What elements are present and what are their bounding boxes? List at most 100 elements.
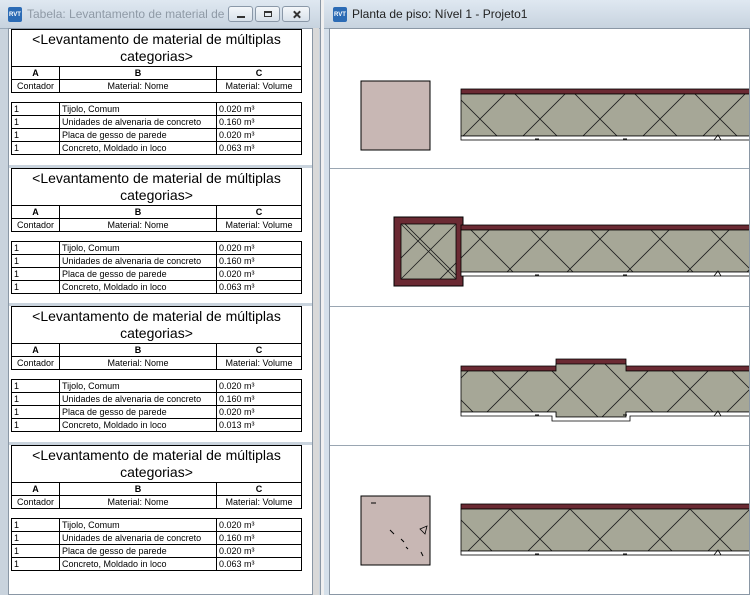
column-header[interactable]: Material: Volume	[215, 79, 303, 93]
column-header[interactable]: Contador	[11, 356, 60, 370]
table-cell[interactable]: 1	[11, 115, 60, 129]
schedule-header[interactable]: <Levantamento de material de múltiplas c…	[10, 29, 303, 67]
close-button[interactable]	[282, 6, 310, 22]
table-row[interactable]: 1 Unidades de alvenaria de concreto 0.160 …	[11, 254, 303, 268]
table-cell[interactable]: 0.020 m³	[215, 267, 303, 281]
concrete-column[interactable]	[360, 80, 431, 151]
column-letter[interactable]: B	[59, 66, 217, 80]
table-row[interactable]: 1 Concreto, Moldado in loco 0.063 m³	[11, 557, 303, 571]
table-cell[interactable]: 1	[11, 418, 60, 432]
plan-row-3[interactable]	[460, 358, 750, 422]
table-cell[interactable]: Unidades de alvenaria de concreto	[59, 115, 217, 129]
table-cell[interactable]: 0.020 m³	[215, 405, 303, 419]
column-letter[interactable]: A	[11, 343, 60, 357]
table-cell[interactable]: 0.020 m³	[215, 518, 303, 532]
column-header[interactable]: Contador	[11, 79, 60, 93]
table-cell[interactable]: 1	[11, 267, 60, 281]
table-cell[interactable]: 1	[11, 128, 60, 142]
table-cell[interactable]: 1	[11, 544, 60, 558]
schedule-table[interactable]: <Levantamento de material de múltiplas c…	[10, 168, 311, 304]
table-cell[interactable]: Placa de gesso de parede	[59, 544, 217, 558]
column-header[interactable]: Material: Volume	[215, 495, 303, 509]
table-cell[interactable]: 1	[11, 405, 60, 419]
table-cell[interactable]: 1	[11, 518, 60, 532]
table-cell[interactable]: 1	[11, 102, 60, 116]
column-header[interactable]: Material: Nome	[59, 79, 217, 93]
table-row[interactable]: 1 Tijolo, Comum 0.020 m³	[11, 518, 303, 532]
schedule-header[interactable]: <Levantamento de material de múltiplas c…	[10, 306, 303, 344]
column-header[interactable]: Contador	[11, 218, 60, 232]
schedule-table[interactable]: <Levantamento de material de múltiplas c…	[10, 306, 311, 442]
table-row[interactable]: 1 Tijolo, Comum 0.020 m³	[11, 241, 303, 255]
column-letter[interactable]: A	[11, 205, 60, 219]
table-cell[interactable]: 0.160 m³	[215, 254, 303, 268]
schedule-header[interactable]: <Levantamento de material de múltiplas c…	[10, 445, 303, 483]
floorplan-canvas[interactable]	[329, 28, 750, 595]
concrete-column-with-marks[interactable]	[360, 495, 431, 566]
table-cell[interactable]: 1	[11, 280, 60, 294]
column-header[interactable]: Material: Nome	[59, 218, 217, 232]
table-cell[interactable]: 0.020 m³	[215, 102, 303, 116]
column-letter[interactable]: A	[11, 482, 60, 496]
column-letter[interactable]: C	[215, 343, 303, 357]
schedule-table[interactable]: <Levantamento de material de múltiplas c…	[10, 445, 311, 581]
floorplan-drawing[interactable]	[330, 29, 750, 595]
table-cell[interactable]: Tijolo, Comum	[59, 241, 217, 255]
wall-segment[interactable]	[460, 503, 750, 556]
minimize-button[interactable]	[228, 6, 253, 22]
wall-segment[interactable]	[460, 88, 750, 141]
table-cell[interactable]: 1	[11, 141, 60, 155]
table-row[interactable]: 1 Placa de gesso de parede 0.020 m³	[11, 405, 303, 419]
table-row[interactable]: 1 Placa de gesso de parede 0.020 m³	[11, 544, 303, 558]
table-row[interactable]: 1 Tijolo, Comum 0.020 m³	[11, 102, 303, 116]
table-cell[interactable]: Concreto, Moldado in loco	[59, 280, 217, 294]
column-letter[interactable]: C	[215, 205, 303, 219]
table-cell[interactable]: 1	[11, 557, 60, 571]
floorplan-window-titlebar[interactable]: RVT Planta de piso: Nível 1 - Projeto1	[324, 0, 750, 29]
table-cell[interactable]: Unidades de alvenaria de concreto	[59, 531, 217, 545]
table-cell[interactable]: 1	[11, 392, 60, 406]
table-cell[interactable]: Tijolo, Comum	[59, 518, 217, 532]
schedule-table[interactable]: <Levantamento de material de múltiplas c…	[10, 29, 311, 165]
table-cell[interactable]: 1	[11, 254, 60, 268]
table-cell[interactable]: 0.063 m³	[215, 557, 303, 571]
column-letter[interactable]: B	[59, 482, 217, 496]
column-letter[interactable]: B	[59, 343, 217, 357]
table-row[interactable]: 1 Unidades de alvenaria de concreto 0.160 …	[11, 531, 303, 545]
vertical-scrollbar[interactable]	[313, 28, 319, 595]
column-header[interactable]: Material: Volume	[215, 218, 303, 232]
wall-segment[interactable]	[460, 224, 750, 277]
table-cell[interactable]: 1	[11, 241, 60, 255]
schedule-header[interactable]: <Levantamento de material de múltiplas c…	[10, 168, 303, 206]
table-cell[interactable]: Unidades de alvenaria de concreto	[59, 392, 217, 406]
column-letter[interactable]: A	[11, 66, 60, 80]
table-cell[interactable]: 1	[11, 531, 60, 545]
column-letter[interactable]: C	[215, 66, 303, 80]
table-cell[interactable]: 0.020 m³	[215, 544, 303, 558]
table-cell[interactable]: 0.160 m³	[215, 531, 303, 545]
table-cell[interactable]: Tijolo, Comum	[59, 379, 217, 393]
column-header[interactable]: Material: Nome	[59, 356, 217, 370]
brick-clad-column[interactable]	[393, 216, 464, 287]
column-header[interactable]: Material: Volume	[215, 356, 303, 370]
table-cell[interactable]: 0.020 m³	[215, 128, 303, 142]
table-row[interactable]: 1 Unidades de alvenaria de concreto 0.160 …	[11, 115, 303, 129]
table-row[interactable]: 1 Concreto, Moldado in loco 0.063 m³	[11, 280, 303, 294]
schedule-content[interactable]: <Levantamento de material de múltiplas c…	[8, 28, 313, 595]
table-cell[interactable]: 0.160 m³	[215, 392, 303, 406]
column-header[interactable]: Contador	[11, 495, 60, 509]
table-cell[interactable]: Unidades de alvenaria de concreto	[59, 254, 217, 268]
column-header[interactable]: Material: Nome	[59, 495, 217, 509]
table-cell[interactable]: 0.160 m³	[215, 115, 303, 129]
table-cell[interactable]: 0.063 m³	[215, 141, 303, 155]
table-cell[interactable]: Tijolo, Comum	[59, 102, 217, 116]
schedule-window-titlebar[interactable]: RVT Tabela: Levantamento de material de …	[0, 0, 320, 29]
table-cell[interactable]: 0.063 m³	[215, 280, 303, 294]
table-cell[interactable]: Placa de gesso de parede	[59, 267, 217, 281]
column-letter[interactable]: C	[215, 482, 303, 496]
table-row[interactable]: 1 Placa de gesso de parede 0.020 m³	[11, 128, 303, 142]
table-cell[interactable]: Concreto, Moldado in loco	[59, 141, 217, 155]
table-cell[interactable]: Concreto, Moldado in loco	[59, 418, 217, 432]
table-row[interactable]: 1 Concreto, Moldado in loco 0.063 m³	[11, 141, 303, 155]
table-cell[interactable]: 0.013 m³	[215, 418, 303, 432]
